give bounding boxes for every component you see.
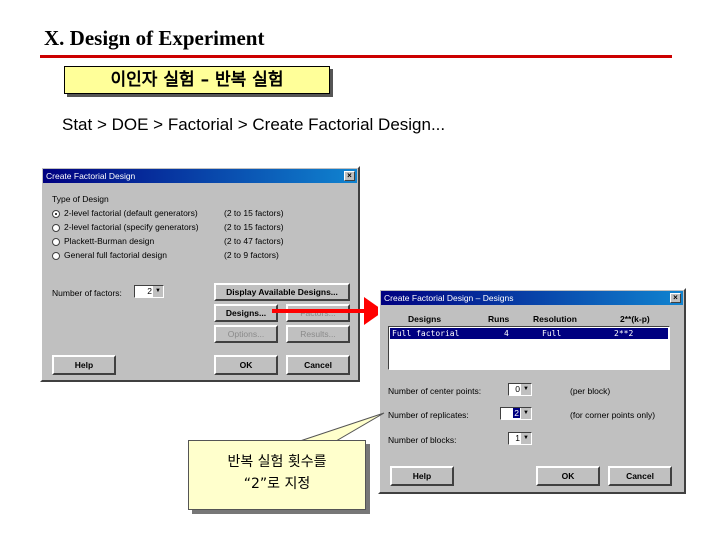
row-runs: 4 <box>504 329 509 338</box>
row-design: Full factorial <box>392 329 460 338</box>
radio-2level-default[interactable] <box>52 210 60 218</box>
col-runs: Runs <box>488 314 510 324</box>
designs-button[interactable]: Designs... <box>214 304 278 322</box>
title-divider <box>40 55 672 58</box>
ok-button[interactable]: OK <box>214 355 278 375</box>
type-of-design-label: Type of Design <box>52 194 109 204</box>
help-button[interactable]: Help <box>52 355 116 375</box>
cancel-button[interactable]: Cancel <box>608 466 672 486</box>
radio-plackett-burman[interactable] <box>52 238 60 246</box>
center-points-select[interactable]: 0 ▼ <box>508 383 532 396</box>
callout-pointer-shape <box>299 412 385 442</box>
subdialog-titlebar: Create Factorial Design – Designs × <box>381 291 683 305</box>
col-designs: Designs <box>408 314 442 324</box>
replicates-note: (for corner points only) <box>570 410 656 420</box>
center-points-note: (per block) <box>570 386 611 396</box>
col-resolution: Resolution <box>533 314 577 324</box>
option-label: 2-level factorial (specify generators) <box>64 222 199 232</box>
chevron-down-icon[interactable]: ▼ <box>521 408 531 419</box>
subdialog-title: Create Factorial Design – Designs <box>384 293 514 303</box>
slide-subtitle: 이인자 실험 – 반복 실험 <box>64 66 330 94</box>
blocks-select[interactable]: 1 ▼ <box>508 432 532 445</box>
replicates-select[interactable]: 2 ▼ <box>500 407 532 420</box>
number-of-factors-label: Number of factors: <box>52 288 122 298</box>
dialog-titlebar: Create Factorial Design × <box>43 169 357 183</box>
callout-line-2: “2”로 지정 <box>243 476 311 492</box>
chevron-down-icon[interactable]: ▼ <box>153 286 163 297</box>
option-label: Plackett-Burman design <box>64 236 155 246</box>
option-range: (2 to 15 factors) <box>224 208 284 218</box>
designs-subdialog: Create Factorial Design – Designs × Desi… <box>378 288 686 494</box>
display-designs-button[interactable]: Display Available Designs... <box>214 283 350 301</box>
results-button[interactable]: Results... <box>286 325 350 343</box>
number-of-factors-select[interactable]: 2 ▼ <box>134 285 164 298</box>
option-label: 2-level factorial (default generators) <box>64 208 198 218</box>
option-label: General full factorial design <box>64 250 168 260</box>
ok-button[interactable]: OK <box>536 466 600 486</box>
center-points-label: Number of center points: <box>388 386 482 396</box>
row-resolution: Full <box>542 329 562 338</box>
blocks-label: Number of blocks: <box>388 435 457 445</box>
radio-general-full-factorial[interactable] <box>52 252 60 260</box>
chevron-down-icon[interactable]: ▼ <box>521 433 531 444</box>
option-range: (2 to 47 factors) <box>224 236 284 246</box>
close-icon[interactable]: × <box>344 171 355 181</box>
radio-2level-specify[interactable] <box>52 224 60 232</box>
slide-title: X. Design of Experiment <box>44 26 265 50</box>
chevron-down-icon[interactable]: ▼ <box>521 384 531 395</box>
row-formula: 2**2 <box>614 329 634 338</box>
help-button[interactable]: Help <box>390 466 454 486</box>
col-formula: 2**(k-p) <box>620 314 650 324</box>
factors-button[interactable]: Factors... <box>286 304 350 322</box>
options-button[interactable]: Options... <box>214 325 278 343</box>
replicates-label: Number of replicates: <box>388 410 469 420</box>
callout-line-1: 반복 실험 횟수를 <box>227 454 327 470</box>
list-item-selected[interactable]: Full factorial 4 Full 2**2 <box>390 328 668 339</box>
dialog-title: Create Factorial Design <box>46 171 136 181</box>
red-arrow-line <box>272 309 372 313</box>
cancel-button[interactable]: Cancel <box>286 355 350 375</box>
option-range: (2 to 9 factors) <box>224 250 279 260</box>
designs-listbox[interactable]: Full factorial 4 Full 2**2 <box>388 326 670 370</box>
menu-path: Stat > DOE > Factorial > Create Factoria… <box>62 115 446 134</box>
create-factorial-design-dialog: Create Factorial Design × Type of Design… <box>40 166 360 382</box>
callout-note: 반복 실험 횟수를 “2”로 지정 <box>188 440 366 510</box>
option-range: (2 to 15 factors) <box>224 222 284 232</box>
close-icon[interactable]: × <box>670 293 681 303</box>
